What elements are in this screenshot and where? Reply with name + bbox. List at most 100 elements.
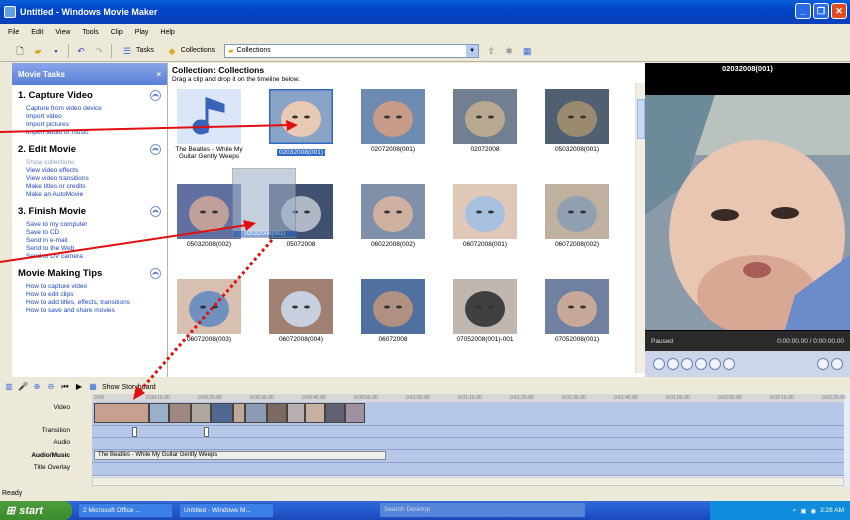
clip-item[interactable]: 07052008(001) xyxy=(542,279,612,343)
maximize-button[interactable]: ❐ xyxy=(813,3,829,19)
chevron-down-icon[interactable]: ▼ xyxy=(466,44,479,57)
menu-play[interactable]: Play xyxy=(135,29,149,36)
transition-marker[interactable] xyxy=(204,427,209,437)
chevron-up-icon[interactable]: ︽ xyxy=(150,144,161,155)
video-clip[interactable] xyxy=(325,403,345,423)
volume-icon[interactable]: ◉ xyxy=(810,507,816,515)
link-how-add-titles[interactable]: How to add titles, effects, transitions xyxy=(26,299,161,307)
narrate-icon[interactable]: 🎤 xyxy=(18,382,28,392)
scrollbar-thumb[interactable] xyxy=(637,99,645,139)
zoom-out-icon[interactable]: ⊖ xyxy=(46,382,56,392)
video-track[interactable] xyxy=(92,402,844,426)
video-clip[interactable] xyxy=(345,403,365,423)
link-import-video[interactable]: Import video xyxy=(26,113,161,121)
clip-item[interactable]: 06072008(004) xyxy=(266,279,336,343)
up-folder-icon[interactable]: ⇧ xyxy=(485,45,497,57)
new-folder-icon[interactable]: ✱ xyxy=(503,45,515,57)
menu-file[interactable]: File xyxy=(8,29,19,36)
link-capture-from-device[interactable]: Capture from video device xyxy=(26,105,161,113)
save-project-icon[interactable]: ▪ xyxy=(50,45,62,57)
video-clip[interactable] xyxy=(287,403,305,423)
chevron-up-icon[interactable]: ︽ xyxy=(150,268,161,279)
next-frame-icon[interactable] xyxy=(723,358,735,370)
play-icon[interactable] xyxy=(653,358,665,370)
video-clip[interactable] xyxy=(267,403,287,423)
video-clip[interactable] xyxy=(211,403,233,423)
search-icon[interactable]: ⌕ xyxy=(793,507,797,515)
link-make-titles[interactable]: Make titles or credits xyxy=(26,183,161,191)
clip-item[interactable]: 06072008(002) xyxy=(542,184,612,248)
views-icon[interactable]: ▦ xyxy=(521,45,533,57)
video-clip[interactable] xyxy=(305,403,325,423)
set-audio-levels-icon[interactable]: ▥ xyxy=(4,382,14,392)
link-save-to-cd[interactable]: Save to CD xyxy=(26,229,161,237)
tasks-button[interactable]: ☰ Tasks xyxy=(118,44,157,58)
zoom-in-icon[interactable]: ⊕ xyxy=(32,382,42,392)
timeline-ruler[interactable]: 0:00 0:00:10.00 0:00:20.00 0:00:30.00 0:00:4… xyxy=(92,394,846,402)
clip-item[interactable]: 06072008(001) xyxy=(450,184,520,248)
collections-combo[interactable]: ▰ Collections ▼ xyxy=(224,43,480,58)
video-clip[interactable] xyxy=(149,403,169,423)
stop-icon[interactable] xyxy=(667,358,679,370)
clip-item[interactable]: 07052008(001)-001 xyxy=(450,279,520,343)
clip-item[interactable]: 06072008(003) xyxy=(174,279,244,343)
minimize-button[interactable]: _ xyxy=(795,3,811,19)
desktop-search-input[interactable]: Search Desktop xyxy=(380,503,585,517)
link-view-video-transitions[interactable]: View video transitions xyxy=(26,175,161,183)
video-clip[interactable] xyxy=(94,403,149,423)
clip-item[interactable]: 06022008(002) xyxy=(358,184,428,248)
rewind-timeline-icon[interactable]: ⏮ xyxy=(60,382,70,392)
start-button[interactable]: ⊞ start xyxy=(0,501,72,520)
link-show-collections[interactable]: Show collections xyxy=(26,159,161,167)
taskbar-item-office[interactable]: 2 Microsoft Office ... xyxy=(78,503,173,518)
video-clip[interactable] xyxy=(233,403,245,423)
chevron-up-icon[interactable]: ︽ xyxy=(150,90,161,101)
play-timeline-icon[interactable]: ▶ xyxy=(74,382,84,392)
title-overlay-track[interactable] xyxy=(92,463,844,476)
menu-view[interactable]: View xyxy=(55,29,70,36)
show-storyboard-button[interactable]: Show Storyboard xyxy=(102,384,156,391)
menu-tools[interactable]: Tools xyxy=(82,29,98,36)
storyboard-icon[interactable]: ▦ xyxy=(88,382,98,392)
transition-track[interactable] xyxy=(92,426,844,438)
previous-frame-icon[interactable] xyxy=(681,358,693,370)
timeline-scrollbar[interactable] xyxy=(92,477,844,486)
clip-item[interactable]: 06072008 xyxy=(358,279,428,343)
link-how-capture[interactable]: How to capture video xyxy=(26,283,161,291)
audio-track[interactable] xyxy=(92,438,844,450)
clip-item[interactable]: 02072008 xyxy=(450,89,520,153)
redo-icon[interactable]: ↷ xyxy=(93,45,105,57)
audio-music-track[interactable]: The Beatles - While My Guitar Gently Wee… xyxy=(92,450,844,463)
snapshot-icon[interactable] xyxy=(831,358,843,370)
chevron-up-icon[interactable]: ︽ xyxy=(150,206,161,217)
menu-edit[interactable]: Edit xyxy=(31,29,43,36)
link-send-email[interactable]: Send in e-mail xyxy=(26,237,161,245)
link-send-web[interactable]: Send to the Web xyxy=(26,245,161,253)
menu-help[interactable]: Help xyxy=(160,29,174,36)
audio-music-clip[interactable]: The Beatles - While My Guitar Gently Wee… xyxy=(94,451,386,460)
menu-clip[interactable]: Clip xyxy=(111,29,123,36)
collections-button[interactable]: ◆ Collections xyxy=(163,44,218,58)
link-save-to-computer[interactable]: Save to my computer xyxy=(26,221,161,229)
video-clip[interactable] xyxy=(191,403,211,423)
video-clip[interactable] xyxy=(169,403,191,423)
close-pane-icon[interactable]: × xyxy=(156,70,161,79)
clip-item[interactable]: 02072008(001) xyxy=(358,89,428,153)
fast-forward-icon[interactable] xyxy=(709,358,721,370)
clip-item[interactable]: 05032008(001) xyxy=(542,89,612,153)
video-clip[interactable] xyxy=(245,403,267,423)
link-how-edit[interactable]: How to edit clips xyxy=(26,291,161,299)
collection-scrollbar[interactable] xyxy=(635,83,645,373)
close-button[interactable]: ✕ xyxy=(831,3,847,19)
link-make-automovie[interactable]: Make an AutoMovie xyxy=(26,191,161,199)
link-import-pictures[interactable]: Import pictures xyxy=(26,121,161,129)
rewind-icon[interactable] xyxy=(695,358,707,370)
clip-item[interactable]: 02032008(001) xyxy=(266,88,336,156)
split-clip-icon[interactable] xyxy=(817,358,829,370)
taskbar-item-movie-maker[interactable]: Untitled - Windows M... xyxy=(179,503,274,518)
clip-item[interactable]: The Beatles - While My Guitar Gently Wee… xyxy=(174,89,244,160)
new-project-icon[interactable]: 🗋 xyxy=(14,45,26,57)
undo-icon[interactable]: ↶ xyxy=(75,45,87,57)
link-how-save[interactable]: How to save and share movies xyxy=(26,307,161,315)
transition-marker[interactable] xyxy=(132,427,137,437)
